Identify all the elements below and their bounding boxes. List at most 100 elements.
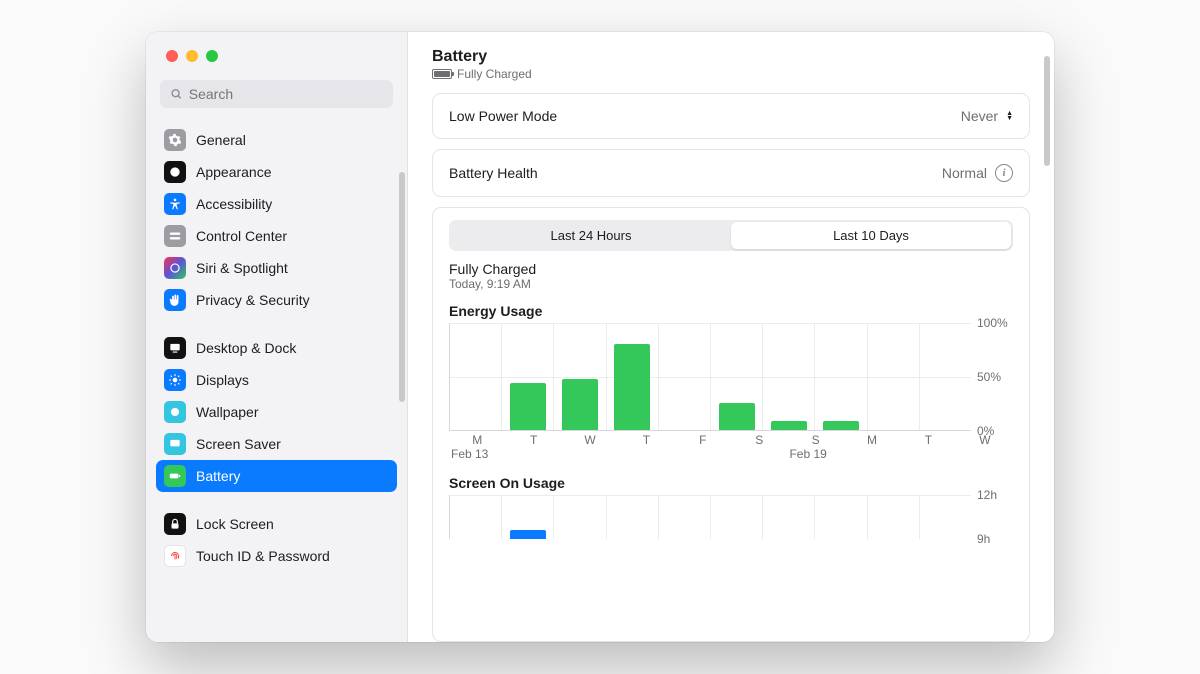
row-value: Never [961, 108, 998, 124]
chart-bar [562, 379, 598, 430]
sidebar-item-control-center[interactable]: Control Center [156, 220, 397, 252]
x-sublabel [562, 447, 618, 461]
segment-last-24-hours[interactable]: Last 24 Hours [451, 222, 731, 249]
chart-bar [510, 530, 546, 539]
sidebar-item-general[interactable]: General [156, 124, 397, 156]
row-label: Battery Health [449, 165, 538, 181]
page-title: Battery [432, 48, 1030, 66]
low-power-mode-row[interactable]: Low Power Mode Never ▲▼ [432, 93, 1030, 139]
sidebar-item-touch-id[interactable]: Touch ID & Password [156, 540, 397, 572]
sidebar-item-label: Appearance [196, 164, 272, 180]
usage-panel: Last 24 Hours Last 10 Days Fully Charged… [432, 207, 1030, 642]
battery-status: Fully Charged [432, 67, 1030, 81]
x-tick: M [844, 433, 900, 447]
energy-usage-chart: Energy Usage 100% 50% 0% MTWTFSSMTW Feb … [449, 303, 1013, 461]
chart-title: Energy Usage [449, 303, 1013, 319]
x-sublabel [957, 447, 1013, 461]
low-power-mode-select[interactable]: Never ▲▼ [961, 108, 1013, 124]
appearance-icon [164, 161, 186, 183]
battery-health-row: Battery Health Normal i [432, 149, 1030, 197]
screen-on-usage-chart: Screen On Usage 12h 9h [449, 475, 1013, 539]
sidebar-nav: General Appearance Accessibility Control… [146, 118, 407, 642]
chart-title: Screen On Usage [449, 475, 1013, 491]
chevron-updown-icon: ▲▼ [1006, 111, 1013, 121]
chart-bar [719, 403, 755, 430]
sidebar-item-label: Desktop & Dock [196, 340, 296, 356]
fully-charged-title: Fully Charged [449, 261, 1013, 277]
fingerprint-icon [164, 545, 186, 567]
minimize-window-button[interactable] [186, 50, 198, 62]
search-input[interactable] [189, 86, 383, 102]
sidebar-item-label: General [196, 132, 246, 148]
chart-bar [614, 344, 650, 430]
sidebar-item-label: Privacy & Security [196, 292, 310, 308]
x-sublabel [844, 447, 900, 461]
content-pane: Battery Fully Charged Low Power Mode Nev… [408, 32, 1054, 642]
sidebar: General Appearance Accessibility Control… [146, 32, 408, 642]
info-icon[interactable]: i [995, 164, 1013, 182]
segment-last-10-days[interactable]: Last 10 Days [731, 222, 1011, 249]
siri-icon [164, 257, 186, 279]
sidebar-item-accessibility[interactable]: Accessibility [156, 188, 397, 220]
sidebar-item-label: Control Center [196, 228, 287, 244]
sidebar-item-battery[interactable]: Battery [156, 460, 397, 492]
close-window-button[interactable] [166, 50, 178, 62]
x-sublabel [900, 447, 956, 461]
displays-icon [164, 369, 186, 391]
screensaver-icon [164, 433, 186, 455]
sidebar-item-desktop-dock[interactable]: Desktop & Dock [156, 332, 397, 364]
sidebar-item-privacy-security[interactable]: Privacy & Security [156, 284, 397, 316]
x-tick: T [505, 433, 561, 447]
hand-icon [164, 289, 186, 311]
fully-charged-info: Fully Charged Today, 9:19 AM [449, 261, 1013, 291]
row-label: Low Power Mode [449, 108, 557, 124]
fullscreen-window-button[interactable] [206, 50, 218, 62]
chart-bar [771, 421, 807, 430]
x-tick: T [900, 433, 956, 447]
sidebar-item-siri-spotlight[interactable]: Siri & Spotlight [156, 252, 397, 284]
chart-y-axis: 12h 9h [971, 495, 1013, 539]
sidebar-item-wallpaper[interactable]: Wallpaper [156, 396, 397, 428]
sidebar-item-screen-saver[interactable]: Screen Saver [156, 428, 397, 460]
wallpaper-icon [164, 401, 186, 423]
settings-window: General Appearance Accessibility Control… [146, 32, 1054, 642]
sidebar-item-label: Battery [196, 468, 240, 484]
x-sublabel [675, 447, 731, 461]
x-tick: T [618, 433, 674, 447]
sidebar-item-label: Siri & Spotlight [196, 260, 288, 276]
x-sublabel [618, 447, 674, 461]
sidebar-item-appearance[interactable]: Appearance [156, 156, 397, 188]
window-controls [146, 32, 407, 72]
x-tick: S [731, 433, 787, 447]
sidebar-item-label: Displays [196, 372, 249, 388]
sidebar-item-label: Wallpaper [196, 404, 259, 420]
battery-status-text: Fully Charged [457, 67, 532, 81]
sidebar-item-label: Touch ID & Password [196, 548, 330, 564]
desktop-icon [164, 337, 186, 359]
content-scrollbar[interactable] [1044, 56, 1050, 166]
chart-x-sublabels: Feb 13 Feb 19 [449, 447, 1013, 461]
chart-plot [449, 495, 971, 539]
lock-icon [164, 513, 186, 535]
sidebar-item-label: Screen Saver [196, 436, 281, 452]
content-header: Battery Fully Charged [408, 32, 1054, 93]
sidebar-item-label: Lock Screen [196, 516, 274, 532]
x-sublabel: Feb 13 [449, 447, 505, 461]
x-sublabel: Feb 19 [787, 447, 843, 461]
sidebar-item-lock-screen[interactable]: Lock Screen [156, 508, 397, 540]
battery-status-icon [432, 69, 452, 79]
chart-bar [823, 421, 859, 430]
x-sublabel [731, 447, 787, 461]
sidebar-item-displays[interactable]: Displays [156, 364, 397, 396]
sidebar-scrollbar[interactable] [399, 172, 405, 402]
chart-y-axis: 100% 50% 0% [971, 323, 1013, 431]
control-center-icon [164, 225, 186, 247]
chart-plot [449, 323, 971, 431]
time-range-segmented: Last 24 Hours Last 10 Days [449, 220, 1013, 251]
battery-icon [164, 465, 186, 487]
search-field[interactable] [160, 80, 393, 108]
accessibility-icon [164, 193, 186, 215]
x-tick: F [675, 433, 731, 447]
row-value: Normal [942, 165, 987, 181]
sidebar-item-label: Accessibility [196, 196, 272, 212]
